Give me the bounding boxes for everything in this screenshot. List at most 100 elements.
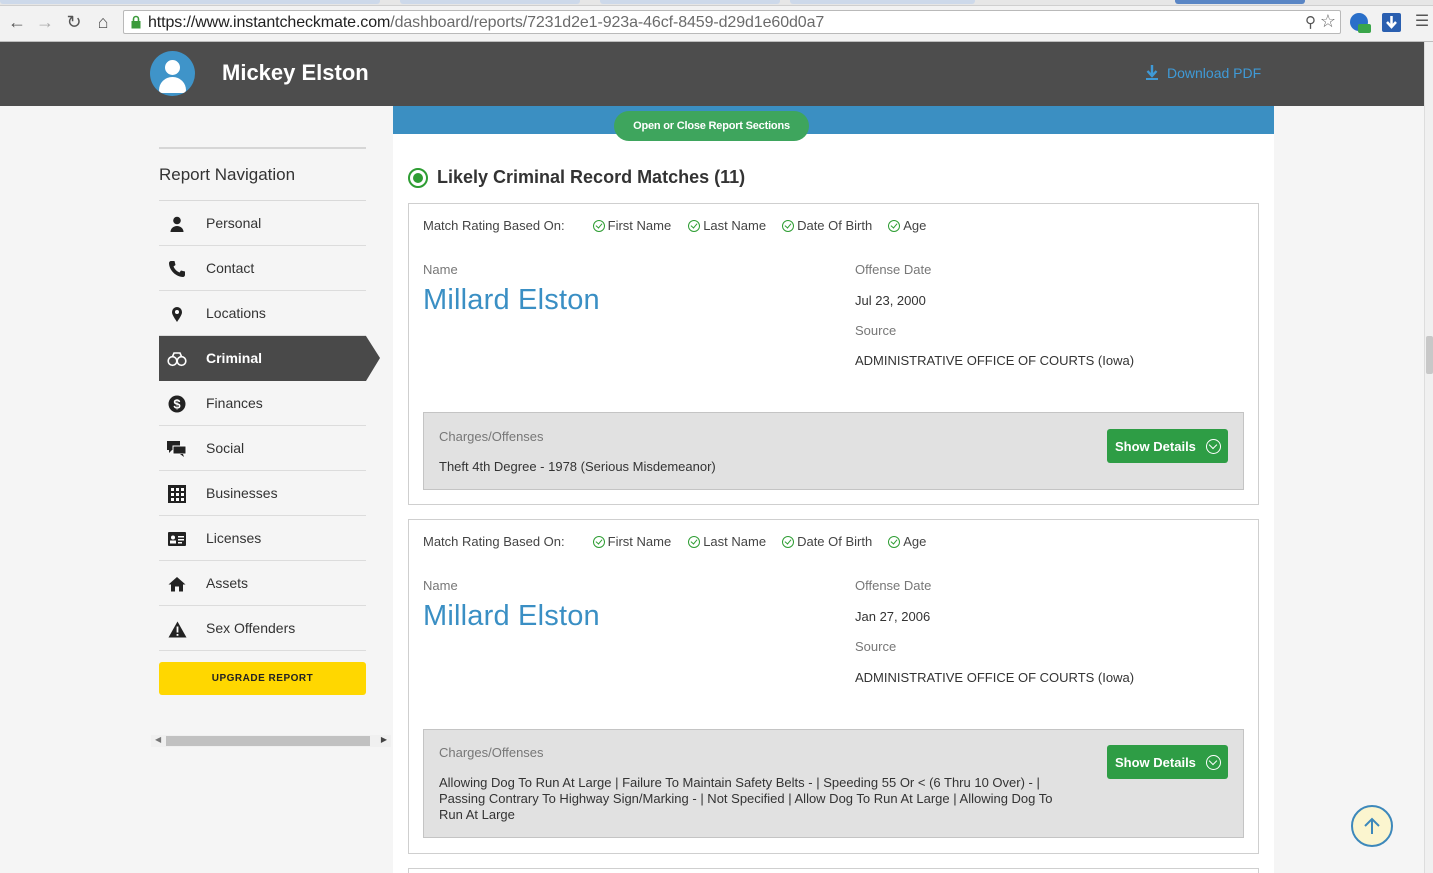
sidebar-item-social[interactable]: Social xyxy=(159,426,366,471)
offense-date-label: Offense Date xyxy=(855,262,932,277)
criterion-label: First Name xyxy=(607,534,672,549)
show-details-button[interactable]: Show Details xyxy=(1107,745,1228,779)
section-heading[interactable]: Likely Criminal Record Matches (11) xyxy=(408,167,745,188)
criminal-record-card: Match Rating Based On: First Name Last N… xyxy=(408,519,1259,854)
bookmark-star-icon[interactable]: ☆ xyxy=(1320,11,1336,32)
criterion-label: Last Name xyxy=(703,218,767,233)
name-label: Name xyxy=(423,578,458,593)
sidebar-item-label: Licenses xyxy=(206,530,262,546)
criterion: Last Name xyxy=(688,218,766,233)
open-close-sections-button[interactable]: Open or Close Report Sections xyxy=(614,111,809,141)
url-path: /dashboard/reports/7231d2e1-923a-46cf-84… xyxy=(390,14,825,31)
download-arrow-icon[interactable] xyxy=(1381,12,1403,34)
back-icon[interactable]: ← xyxy=(7,12,27,32)
sidebar-item-licenses[interactable]: Licenses xyxy=(159,516,366,561)
offense-date-value: Jan 27, 2006 xyxy=(855,609,931,624)
scrollbar-thumb[interactable] xyxy=(166,736,370,746)
chevron-down-icon xyxy=(1205,754,1221,770)
zoom-icon[interactable]: ⚲ xyxy=(1305,13,1316,31)
sidebar-item-label: Social xyxy=(206,440,245,456)
sidebar-item-label: Assets xyxy=(206,575,249,591)
source-value: ADMINISTRATIVE OFFICE OF COURTS (Iowa) xyxy=(855,670,1135,685)
check-circle-icon xyxy=(888,219,901,232)
browser-toolbar: ← → ↻ ⌂ https://www.instantcheckmate.com… xyxy=(0,6,1433,42)
check-circle-icon xyxy=(688,535,701,548)
check-circle-icon xyxy=(592,535,605,548)
main-content: Open or Close Report Sections Likely Cri… xyxy=(393,106,1274,873)
criterion-label: Age xyxy=(903,534,927,549)
scroll-left-icon[interactable]: ◀ xyxy=(155,735,161,744)
sidebar-item-label: Finances xyxy=(206,395,263,411)
criminal-record-card: Match Rating Based On: First Name Last N… xyxy=(408,203,1259,505)
scroll-to-top-button[interactable] xyxy=(1351,805,1393,847)
scroll-right-icon[interactable]: ▶ xyxy=(381,735,387,744)
upgrade-report-button[interactable]: UPGRADE REPORT xyxy=(159,662,366,695)
criterion: Age xyxy=(888,534,926,549)
sidebar-item-label: Personal xyxy=(206,215,262,231)
vertical-scrollbar[interactable] xyxy=(1424,42,1433,873)
sidebar-item-criminal[interactable]: Criminal xyxy=(159,336,380,381)
name-label: Name xyxy=(423,262,458,277)
sidebar-item-locations[interactable]: Locations xyxy=(159,291,366,336)
home-icon[interactable]: ⌂ xyxy=(93,12,113,32)
avatar xyxy=(150,51,195,96)
show-details-button[interactable]: Show Details xyxy=(1107,429,1228,463)
sidebar-item-assets[interactable]: Assets xyxy=(159,561,366,606)
record-name: Millard Elston xyxy=(423,284,600,316)
download-pdf-label: Download PDF xyxy=(1167,64,1262,81)
browser-tab[interactable] xyxy=(0,0,380,4)
person-icon xyxy=(167,214,187,234)
check-circle-icon xyxy=(782,219,795,232)
browser-tab[interactable] xyxy=(600,0,780,4)
criterion: Date Of Birth xyxy=(782,534,872,549)
scrollbar-thumb[interactable] xyxy=(1426,336,1433,374)
sidebar-item-label: Criminal xyxy=(206,350,263,366)
criterion: Last Name xyxy=(688,534,766,549)
sidebar-title: Report Navigation xyxy=(159,149,366,201)
menu-icon[interactable]: ☰ xyxy=(1412,12,1432,32)
map-pin-icon xyxy=(167,304,187,324)
reload-icon[interactable]: ↻ xyxy=(64,12,84,32)
browser-tab[interactable] xyxy=(1175,0,1305,4)
forward-icon[interactable]: → xyxy=(35,12,55,32)
id-card-icon xyxy=(167,529,187,549)
chevron-down-icon xyxy=(1205,438,1221,454)
status-dot-icon xyxy=(408,167,428,188)
url-host: https://www.instantcheckmate.com xyxy=(148,14,391,31)
criterion: Age xyxy=(888,218,926,233)
dollar-icon: $ xyxy=(167,394,187,414)
report-navigation: Report Navigation Personal Contact Locat… xyxy=(159,147,380,651)
handcuffs-icon xyxy=(167,349,187,369)
browser-tab[interactable] xyxy=(400,0,580,4)
extension-icon[interactable] xyxy=(1349,12,1371,34)
charges-label: Charges/Offenses xyxy=(439,429,544,444)
chat-icon xyxy=(167,439,187,459)
check-circle-icon xyxy=(782,535,795,548)
criterion-label: Last Name xyxy=(703,534,767,549)
sidebar-item-label: Sex Offenders xyxy=(206,620,296,636)
url-text: https://www.instantcheckmate.com/dashboa… xyxy=(148,14,824,32)
criterion: First Name xyxy=(592,218,672,233)
match-rating-row: Match Rating Based On: First Name Last N… xyxy=(423,534,926,549)
criterion-label: Age xyxy=(903,218,927,233)
source-label: Source xyxy=(855,639,897,654)
active-indicator xyxy=(366,336,380,381)
address-bar[interactable]: https://www.instantcheckmate.com/dashboa… xyxy=(123,10,1341,34)
charges-value: Theft 4th Degree - 1978 (Serious Misdeme… xyxy=(439,459,716,474)
sidebar-item-sex-offenders[interactable]: Sex Offenders xyxy=(159,606,366,651)
sidebar-item-businesses[interactable]: Businesses xyxy=(159,471,366,516)
sidebar-item-finances[interactable]: $ Finances xyxy=(159,381,366,426)
horizontal-scrollbar[interactable]: ◀ ▶ xyxy=(151,735,391,747)
download-pdf-link[interactable]: Download PDF xyxy=(1145,64,1261,81)
check-circle-icon xyxy=(888,535,901,548)
criminal-record-card xyxy=(408,868,1259,873)
sidebar-item-personal[interactable]: Personal xyxy=(159,201,366,246)
criterion-label: First Name xyxy=(607,218,672,233)
browser-tab[interactable] xyxy=(790,0,975,4)
offense-date-value: Jul 23, 2000 xyxy=(855,293,926,308)
phone-icon xyxy=(167,259,187,279)
sidebar-item-contact[interactable]: Contact xyxy=(159,246,366,291)
check-circle-icon xyxy=(688,219,701,232)
criterion: Date Of Birth xyxy=(782,218,872,233)
charges-label: Charges/Offenses xyxy=(439,745,544,760)
